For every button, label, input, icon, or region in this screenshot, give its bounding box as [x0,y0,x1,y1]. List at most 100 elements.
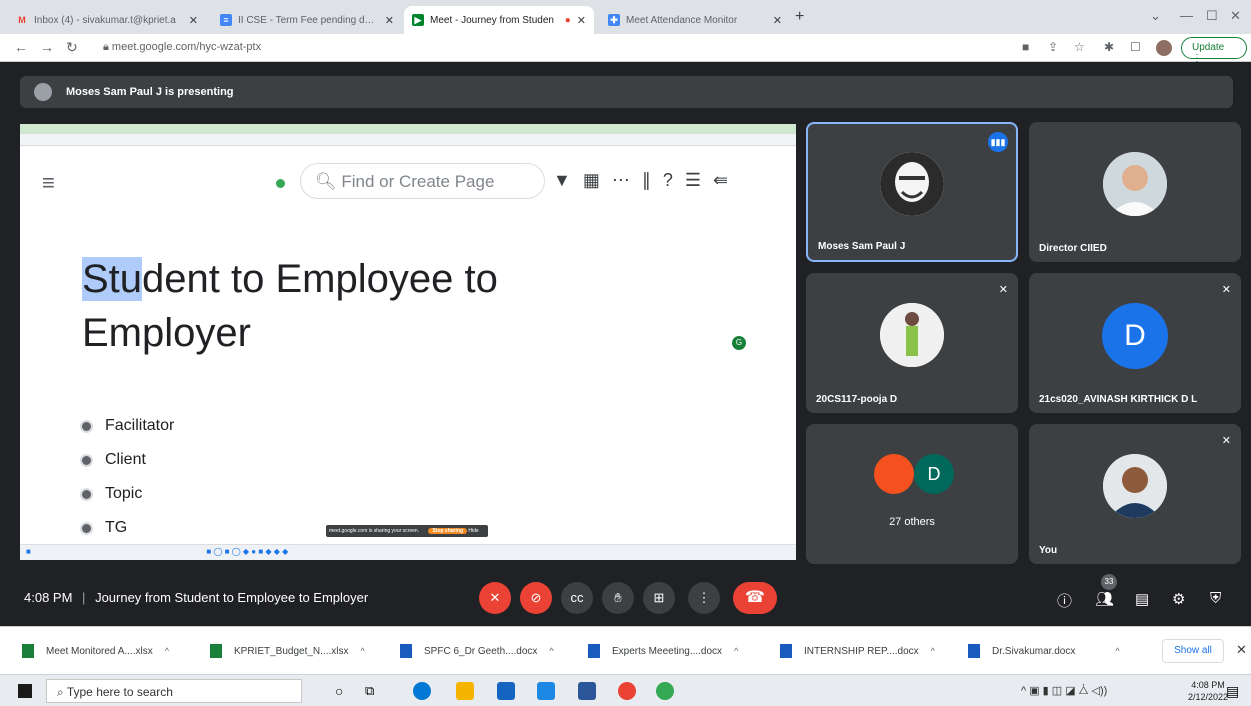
store-icon[interactable] [497,682,515,700]
end-call-button[interactable]: ☎︎ [733,582,777,614]
participant-count-badge: 33 [1101,574,1117,590]
forward-icon[interactable]: → [40,39,54,55]
download-item[interactable]: SPFC 6_Dr Geeth....docx ^ [400,641,554,661]
download-item[interactable]: KPRIET_Budget_N....xlsx ^ [210,641,365,661]
reload-icon[interactable]: ↻ [66,39,78,56]
new-tab-icon[interactable]: + [795,8,804,26]
participant-name: Moses Sam Paul J [818,241,906,252]
present-button[interactable]: ⊞ [643,582,675,614]
minimize-icon[interactable]: — [1180,8,1193,23]
word-file-icon [968,644,980,658]
close-icon[interactable]: ✕ [385,14,394,27]
tab-attendance[interactable]: ✚ Meet Attendance Monitor ✕ [600,6,790,34]
tab-search-icon[interactable]: ⌄ [1150,8,1161,24]
share-icon[interactable]: ⇪ [1048,40,1058,54]
online-dot [276,179,285,188]
title-text: dent to Employee to Employer [82,257,498,355]
file-explorer-icon[interactable] [456,682,474,700]
search-placeholder: Find or Create Page [341,172,495,191]
excel-file-icon [210,644,222,658]
participant-tile[interactable]: ✕ 20CS117-pooja D [806,273,1018,413]
tab-gmail[interactable]: M Inbox (4) - sivakumar.t@kpriet.a ✕ [8,6,206,34]
close-window-icon[interactable]: ✕ [1230,8,1241,24]
notifications-icon[interactable]: ▤ [1226,683,1239,700]
tab-title: II CSE - Term Fee pending detail [238,14,379,26]
avatar [1103,152,1167,216]
tab-sheets[interactable]: ≡ II CSE - Term Fee pending detail ✕ [212,6,402,34]
participant-tile[interactable]: ✕ D 21cs020_AVINASH KIRTHICK D L [1029,273,1241,413]
chrome-profile-icon[interactable] [656,682,674,700]
download-name: Meet Monitored A....xlsx [46,645,153,657]
download-item[interactable]: Experts Meeeting....docx ^ [588,641,738,661]
participant-name: You [1039,545,1058,556]
update-button[interactable]: Update ⋮ [1181,37,1247,64]
self-tile[interactable]: ✕ You [1029,424,1241,564]
columns-icon: ∥ [641,170,663,190]
camera-icon[interactable]: ■ [1022,40,1029,54]
chevron-up-icon[interactable]: ^ [734,646,738,656]
download-name: INTERNSHIP REP....docx [804,645,919,657]
host-controls-icon[interactable]: ⛨ [1210,590,1221,607]
chevron-up-icon[interactable]: ^ [1115,646,1119,656]
show-all-button[interactable]: Show all [1162,639,1224,663]
extensions-icon[interactable]: ✱ [1104,40,1114,54]
raise-hand-button[interactable]: ✋︎ [602,582,634,614]
chrome-icon[interactable] [618,682,636,700]
word-file-icon [400,644,412,658]
browser-tab-strip: M Inbox (4) - sivakumar.t@kpriet.a ✕ ≡ I… [0,0,1251,34]
close-icon[interactable]: ✕ [773,14,782,27]
people-icon[interactable]: 👥︎ [1095,590,1114,608]
participant-tile[interactable]: Director CIIED [1029,122,1241,262]
meet-controls-bar: 4:08 PM | Journey from Student to Employ… [0,572,1251,626]
slide-bullets: Facilitator Client Topic TG [80,409,174,545]
download-name: Dr.Sivakumar.docx [992,645,1076,657]
taskbar-search-placeholder: Type here to search [66,685,173,699]
avatar [880,303,944,367]
task-view-icon[interactable]: ⧉ [365,683,374,699]
windows-taskbar: ⌕ Type here to search ○ ⧉ ^ ▣ ▮ ◫ ◪ ⧊ ◁)… [0,674,1251,706]
info-icon[interactable]: ⓘ [1057,590,1072,611]
star-icon[interactable]: ☆ [1074,40,1085,54]
windows-start-icon[interactable] [18,684,32,698]
taskbar-clock[interactable]: 4:08 PM 2/12/2022 [1188,679,1228,703]
sidepanel-icon[interactable]: ☐ [1130,40,1141,54]
others-tile[interactable]: D 27 others [806,424,1018,564]
chevron-up-icon[interactable]: ^ [165,646,169,656]
activities-icon[interactable]: ⚙ [1172,590,1185,608]
close-icon[interactable]: ✕ [1236,642,1247,658]
clock-time: 4:08 PM [1191,680,1225,690]
system-tray-icons[interactable]: ^ ▣ ▮ ◫ ◪ ⧊ ◁)) [1021,684,1107,698]
meet-icon: ▶ [412,14,424,26]
chevron-up-icon[interactable]: ^ [361,646,365,656]
close-icon[interactable]: ✕ [577,14,586,27]
chat-icon[interactable]: ▤ [1135,590,1149,608]
profile-avatar[interactable] [1156,40,1172,56]
close-icon[interactable]: ✕ [189,14,198,27]
tab-meet[interactable]: ▶ Meet - Journey from Studen ● ✕ [404,6,594,34]
back-icon[interactable]: ← [14,39,28,55]
maximize-icon[interactable]: ☐ [1206,8,1218,24]
captions-button[interactable]: cc [561,582,593,614]
cortana-icon[interactable]: ○ [335,683,343,699]
edge-icon[interactable] [413,682,431,700]
menu-icon: ≡ [42,170,55,195]
participant-tile[interactable]: ▮▮▮ Moses Sam Paul J [806,122,1018,262]
word-icon[interactable] [578,682,596,700]
more-options-button[interactable]: ⋮ [688,582,720,614]
download-item[interactable]: Dr.Sivakumar.docx ^ [968,641,1120,661]
others-label: 27 others [889,516,935,528]
mail-icon[interactable] [537,682,555,700]
chevron-up-icon[interactable]: ^ [931,646,935,656]
taskbar-search[interactable]: ⌕ Type here to search [46,679,302,703]
mic-off-icon: ✕ [998,284,1008,296]
download-item[interactable]: INTERNSHIP REP....docx ^ [780,641,935,661]
camera-toggle-button[interactable]: ⊘ [520,582,552,614]
mic-toggle-button[interactable]: ✕ [479,582,511,614]
url-bar[interactable]: 🔒︎ meet.google.com/hyc-wzat-ptx [95,37,785,59]
bullet-item: Client [80,443,174,477]
download-item[interactable]: Meet Monitored A....xlsx ^ [22,641,169,661]
chevron-up-icon[interactable]: ^ [549,646,553,656]
toast-text: meet.google.com is sharing your screen. [329,528,420,534]
toast-hide: Hide [468,528,479,534]
participant-name: 21cs020_AVINASH KIRTHICK D L [1039,394,1198,405]
